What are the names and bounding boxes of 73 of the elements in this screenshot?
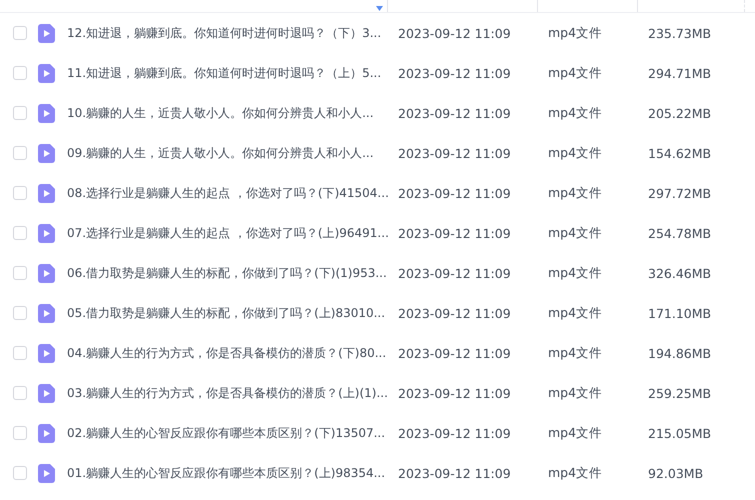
file-size: 154.62MB [648, 146, 712, 160]
video-file-icon [38, 424, 55, 442]
file-size: 294.71MB [648, 66, 712, 80]
modified-time: 2023-09-12 11:09 [398, 266, 512, 280]
file-type: mp4文件 [548, 344, 604, 362]
file-type: mp4文件 [548, 24, 604, 42]
modified-time: 2023-09-12 11:09 [398, 466, 512, 480]
file-size: 215.05MB [648, 426, 712, 440]
file-name[interactable]: 09.躺赚的人生，近贵人敬小人。你如何分辨贵人和小人... [67, 144, 398, 162]
file-type: mp4文件 [548, 264, 604, 282]
video-file-icon [38, 464, 55, 482]
file-size: 194.86MB [648, 346, 712, 360]
file-type: mp4文件 [548, 64, 604, 82]
row-checkbox[interactable] [13, 346, 27, 360]
file-type: mp4文件 [548, 224, 604, 242]
row-checkbox[interactable] [13, 426, 27, 440]
video-file-icon [38, 144, 55, 162]
video-file-icon [38, 304, 55, 322]
modified-time: 2023-09-12 11:09 [398, 386, 512, 400]
file-name[interactable]: 03.躺赚人生的行为方式，你是否具备模仿的潜质？(上)(1)... [67, 384, 398, 402]
row-checkbox[interactable] [13, 66, 27, 80]
file-name[interactable]: 04.躺赚人生的行为方式，你是否具备模仿的潜质？(下)80... [67, 344, 398, 362]
file-name[interactable]: 06.借力取势是躺赚人生的标配，你做到了吗？(下)(1)953... [67, 264, 398, 282]
video-file-icon [38, 264, 55, 282]
file-name[interactable]: 01.躺赚人生的心智反应跟你有哪些本质区别？(上)98354... [67, 464, 398, 482]
file-name[interactable]: 02.躺赚人生的心智反应跟你有哪些本质区别？(下)13507... [67, 424, 398, 442]
video-file-icon [38, 344, 55, 362]
video-file-icon [38, 64, 55, 82]
file-type: mp4文件 [548, 424, 604, 442]
file-name[interactable]: 08.选择行业是躺赚人生的起点 ，你选对了吗？(下)41504... [67, 184, 398, 202]
file-name[interactable]: 11.知进退，躺赚到底。你知道何时进何时退吗？（上）5... [67, 64, 398, 82]
row-checkbox[interactable] [13, 106, 27, 120]
row-checkbox[interactable] [13, 306, 27, 320]
file-name[interactable]: 12.知进退，躺赚到底。你知道何时进何时退吗？（下）3... [67, 24, 398, 42]
file-type: mp4文件 [548, 144, 604, 162]
video-file-icon [38, 224, 55, 242]
row-checkbox[interactable] [13, 186, 27, 200]
row-checkbox[interactable] [13, 466, 27, 480]
modified-time: 2023-09-12 11:09 [398, 66, 512, 80]
modified-time: 2023-09-12 11:09 [398, 26, 512, 40]
modified-time: 2023-09-12 11:09 [398, 186, 512, 200]
modified-time: 2023-09-12 11:09 [398, 306, 512, 320]
video-file-icon [38, 184, 55, 202]
file-name[interactable]: 10.躺赚的人生，近贵人敬小人。你如何分辨贵人和小人... [67, 104, 398, 122]
file-type: mp4文件 [548, 384, 604, 402]
row-checkbox[interactable] [13, 26, 27, 40]
modified-time: 2023-09-12 11:09 [398, 346, 512, 360]
video-file-icon [38, 384, 55, 402]
file-type: mp4文件 [548, 104, 604, 122]
file-type: mp4文件 [548, 464, 604, 482]
video-file-icon [38, 104, 55, 122]
file-size: 259.25MB [648, 386, 712, 400]
sort-caret-icon[interactable] [376, 6, 383, 11]
row-checkbox[interactable] [13, 146, 27, 160]
file-size: 326.46MB [648, 266, 712, 280]
file-size: 235.73MB [648, 26, 712, 40]
modified-time: 2023-09-12 11:09 [398, 146, 512, 160]
file-name[interactable]: 07.选择行业是躺赚人生的起点 ，你选对了吗？(上)96491... [67, 224, 398, 242]
modified-time: 2023-09-12 11:09 [398, 426, 512, 440]
file-size: 171.10MB [648, 306, 712, 320]
file-size: 205.22MB [648, 106, 712, 120]
modified-time: 2023-09-12 11:09 [398, 106, 512, 120]
file-type: mp4文件 [548, 184, 604, 202]
row-checkbox[interactable] [13, 226, 27, 240]
row-checkbox[interactable] [13, 386, 27, 400]
modified-time: 2023-09-12 11:09 [398, 226, 512, 240]
file-size: 92.03MB [648, 466, 704, 480]
file-size: 297.72MB [648, 186, 712, 200]
file-name[interactable]: 05.借力取势是躺赚人生的标配，你做到了吗？(上)83010... [67, 304, 398, 322]
video-file-icon [38, 24, 55, 42]
file-type: mp4文件 [548, 304, 604, 322]
row-checkbox[interactable] [13, 266, 27, 280]
file-size: 254.78MB [648, 226, 712, 240]
